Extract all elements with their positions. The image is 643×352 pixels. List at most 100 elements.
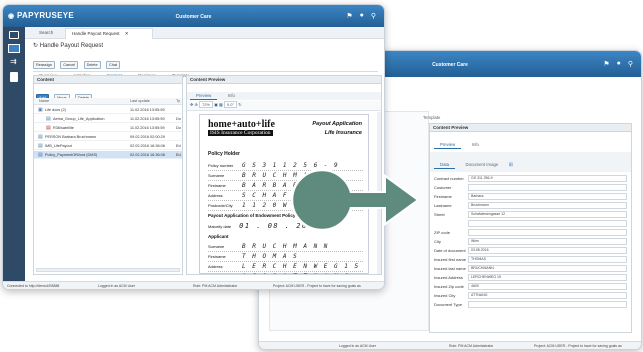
rotate-field[interactable]: 0.0° [223, 101, 238, 108]
doc-ap-field-row: Postcode/City4 6 0 0 A T T N A N G [208, 272, 363, 274]
col-last-update[interactable]: Last update [130, 99, 150, 103]
content-row[interactable]: ▤ IMB_LifePayout 02.02.2016 16:36:08 Ed [34, 142, 182, 150]
flag-icon[interactable]: ⚑ [346, 12, 352, 20]
front-titlebar-icons: ⚑ ● ⚲ [346, 12, 376, 20]
back-status-bar: Logged in as ACM User Role: PM ACM Admin… [259, 341, 641, 349]
content-row[interactable]: ▤ PERSON Barbara Bruchmann 09.02.2016 02:0… [34, 133, 182, 141]
back-field-label: Contract number [434, 176, 464, 181]
zoom-in-icon[interactable]: ⊕ [194, 102, 197, 107]
back-field-row: Insured Address LERCHENWEG 15 [434, 273, 627, 282]
file-icon: ▤ [46, 115, 51, 122]
back-tab-template[interactable]: Template [423, 115, 440, 120]
search-icon[interactable]: ⚲ [371, 12, 376, 20]
back-field-input[interactable]: ATTNANG [468, 292, 627, 299]
content-row[interactable]: ▤ Policy_PaymentOfWord (DMS) 02.02.2016 16… [34, 151, 182, 159]
doc-applicant: Applicant [208, 234, 229, 239]
doc-ap-field-label: Address [208, 264, 223, 269]
doc-ph-field-label: Postcode/City [208, 203, 233, 208]
col-type[interactable]: Ty [176, 99, 180, 103]
back-preview-panel: Content Preview Preview Info Data Docume… [429, 123, 632, 333]
back-field-input[interactable]: Wien [468, 238, 627, 245]
page-title: ↻ Handle Payout Request [33, 42, 103, 49]
content-row-date: 11.02.2016 13:55:59 [130, 116, 165, 121]
grid-icon[interactable]: ⊞ [509, 162, 513, 168]
status-role: Role: PM ACM Administrator [193, 283, 238, 288]
back-field-input[interactable]: Schafwiesengasse 12 [468, 211, 627, 218]
back-field-row: Contract number GS 311 256-9 [434, 174, 627, 183]
image-icon[interactable]: ▦ [219, 102, 223, 107]
preview-title: Content Preview [187, 76, 381, 84]
inbox-icon[interactable] [9, 31, 19, 39]
back-field-label: Insured City [434, 293, 456, 298]
back-field-input[interactable]: 4600 [468, 283, 627, 290]
back-field-row: City Wien [434, 237, 627, 246]
back-field-input[interactable] [468, 301, 627, 308]
back-field-input[interactable] [468, 229, 627, 236]
back-field-input[interactable]: Barbara [468, 193, 627, 200]
back-field-row: Customer [434, 183, 627, 192]
user-icon[interactable]: ● [617, 60, 621, 68]
back-preview-title: Content Preview [430, 124, 631, 132]
back-field-row: Document Type [434, 300, 627, 309]
transfer-arrow [290, 168, 420, 232]
status-connected: Connected to http://demo4/E8888 [7, 283, 60, 288]
back-field-row [434, 219, 627, 228]
doc-applicant-fields: Surname B R U C H M A N N Firstname T H O M… [208, 242, 363, 274]
file-icon: ▤ [38, 142, 43, 149]
tree-icon[interactable]: ⇉ [10, 58, 17, 66]
content-scrollbar[interactable] [36, 268, 180, 272]
preview-subtabs: Data Document Image ⊞ [187, 92, 381, 108]
back-field-input[interactable]: BRUCHMANN [468, 265, 627, 272]
back-field-input[interactable] [468, 184, 627, 191]
col-name[interactable]: Name [39, 99, 49, 103]
doc-ap-field-row: Address L E R C H E N W E G 1 5 [208, 262, 363, 272]
refresh-icon[interactable]: ↻ [33, 43, 38, 49]
back-field-input[interactable]: 03.08.2016 [468, 247, 627, 254]
zoom-field[interactable]: 72% [198, 101, 213, 108]
case-icon[interactable] [8, 44, 20, 53]
content-row[interactable]: ▤ Aetna_Group_Life_Application 11.02.2016 … [34, 115, 182, 123]
back-subtab-data[interactable]: Data [434, 161, 456, 169]
doc-policy-holder: Policy Holder [208, 151, 240, 157]
request-tab[interactable]: Handle Payout Request ✕ [65, 28, 153, 39]
screenshot-stage: Customer Care ⚑ ● ⚲ Template Content Pre… [0, 0, 643, 352]
back-subtabs: Data Document Image ⊞ [430, 152, 631, 172]
doc-maturity-label: Maturity date [208, 224, 232, 229]
left-sidebar: ⇉ [3, 27, 25, 281]
back-tab-preview[interactable]: Preview [434, 141, 462, 149]
back-field-input[interactable]: LERCHENWEG 15 [468, 274, 627, 281]
content-row[interactable]: ▣ Life docs (2) 11.02.2016 13:55:59 [34, 106, 182, 114]
rotate-icon[interactable]: ↻ [238, 102, 241, 107]
back-field-input[interactable]: THOMAS [468, 256, 627, 263]
doc-title-1: Payout Application [312, 121, 362, 127]
back-field-row: Firstname Barbara [434, 192, 627, 201]
pan-icon[interactable]: ✥ [190, 102, 193, 107]
content-row-name: Life docs (2) [45, 107, 66, 112]
content-row-name: Policy_PaymentOfWord (DMS) [45, 152, 98, 157]
content-row-type: Do [176, 116, 181, 121]
back-field-input[interactable]: GS 311 256-9 [468, 175, 627, 182]
doc-ap-field-value: 4 6 0 0 A T T N A N G [242, 273, 349, 274]
search-tab[interactable]: Search [39, 30, 53, 35]
user-icon[interactable]: ● [360, 12, 364, 20]
back-field-input[interactable]: Bruchmann [468, 202, 627, 209]
flag-icon[interactable]: ⚑ [603, 60, 609, 68]
doc-ap-field-row: Surname B R U C H M A N N [208, 242, 363, 252]
content-row-date: 09.02.2016 02:00:29 [130, 134, 165, 139]
document-icon[interactable] [10, 72, 18, 82]
close-icon[interactable]: ✕ [125, 31, 129, 36]
back-subtab-image[interactable]: Document Image [460, 161, 505, 168]
back-tab-info[interactable]: Info [466, 141, 485, 148]
back-titlebar-icons: ⚑ ● ⚲ [603, 60, 633, 68]
content-row[interactable]: ▤ R36/satellite 11.02.2016 13:55:59 Do [34, 124, 182, 132]
content-row-date: 11.02.2016 13:55:59 [130, 125, 165, 130]
back-field-row: Insured first name THOMAS [434, 255, 627, 264]
back-field-label: Street [434, 212, 445, 217]
back-field-label: Date of document [434, 248, 466, 253]
search-icon[interactable]: ⚲ [628, 60, 633, 68]
fit-icon[interactable]: ▣ [214, 102, 218, 107]
back-field-input[interactable] [468, 220, 627, 227]
doc-ap-field-value: B R U C H M A N N [242, 243, 329, 250]
back-status-user: Logged in as ACM User [339, 343, 376, 348]
back-field-row: Insured City ATTNANG [434, 291, 627, 300]
